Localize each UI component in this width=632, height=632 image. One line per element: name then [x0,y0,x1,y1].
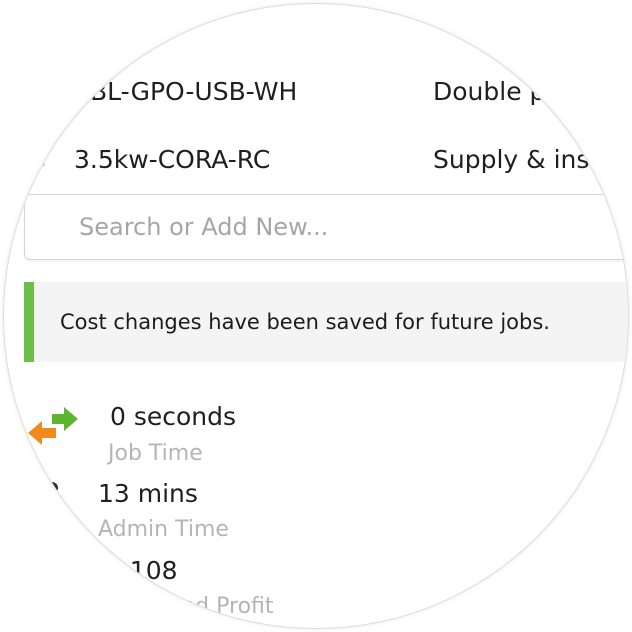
item-description: Supply & ins [433,145,590,174]
item-code: 3.5kw-CORA-RC [74,145,271,174]
list-item[interactable] [4,4,628,24]
admin-time-label: Admin Time [98,517,229,542]
success-alert: Cost changes have been saved for future … [24,282,628,362]
swap-arrows-icon [28,407,78,445]
search-add-field[interactable] [24,194,628,260]
list-item[interactable]: 3.5kw-CORA-RC Supply & ins [4,132,628,192]
item-description: Double p [433,77,546,106]
drag-handle-icon[interactable] [36,152,46,168]
cut-off-glyph [436,20,450,24]
item-code: BL-GPO-USB-WH [90,77,298,106]
search-input[interactable] [77,207,581,247]
cut-off-glyph [176,20,184,24]
job-time-label: Job Time [108,441,203,466]
admin-icon [46,482,58,494]
magnified-view: BL-GPO-USB-WH Double p 3.5kw-CORA-RC Sup… [4,4,628,628]
alert-message: Cost changes have been saved for future … [60,310,550,334]
list-item[interactable]: BL-GPO-USB-WH Double p [4,64,628,124]
job-time-value: 0 seconds [110,402,237,431]
admin-time-value: 13 mins [98,479,198,508]
profit-label: Estimated Profit [98,594,274,619]
profit-value: $1108 [98,556,178,585]
